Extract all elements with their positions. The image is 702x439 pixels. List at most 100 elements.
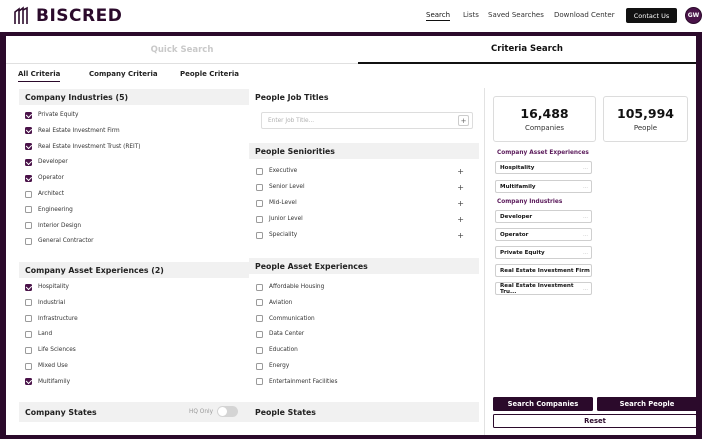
remove-chip-icon[interactable]: … [583,184,588,190]
checkbox-row-aviation[interactable]: Aviation [256,297,474,309]
search-people-button[interactable]: Search People [597,397,696,411]
avatar[interactable]: GW [685,7,702,24]
checkbox[interactable] [256,199,263,207]
checkbox-row-land[interactable]: Land [25,328,245,340]
checkbox-row-architect[interactable]: Architect [25,188,245,200]
tab-people-criteria[interactable]: People Criteria [180,70,239,78]
nav-lists[interactable]: Lists [463,11,479,19]
checkbox-row-mixed-use[interactable]: Mixed Use [25,360,245,372]
checkbox-row-infrastructure[interactable]: Infrastructure [25,313,245,325]
checkbox[interactable] [25,283,32,291]
search-companies-button[interactable]: Search Companies [493,397,593,411]
checkbox[interactable] [256,346,263,354]
remove-chip-icon[interactable]: … [583,250,588,256]
checkbox-row-mid-level[interactable]: Mid-Level + [256,197,474,209]
add-job-title-button[interactable]: + [458,115,469,126]
checkbox-row-engineering[interactable]: Engineering [25,204,245,216]
expand-plus-icon[interactable]: + [457,199,464,208]
checkbox-label: Mixed Use [38,363,68,369]
checkbox[interactable] [25,237,32,245]
chip-operator[interactable]: Operator… [495,228,592,241]
checkbox-row-interior-design[interactable]: Interior Design [25,220,245,232]
nav-saved-searches[interactable]: Saved Searches [488,11,544,19]
checkbox[interactable] [256,183,263,191]
checkbox[interactable] [256,283,263,291]
checkbox-row-junior-level[interactable]: Junior Level + [256,213,474,225]
checkbox-row-industrial[interactable]: Industrial [25,297,245,309]
checkbox[interactable] [25,127,32,135]
checkbox-label: Junior Level [269,216,303,222]
remove-chip-icon[interactable]: … [583,232,588,238]
tab-criteria-search[interactable]: Criteria Search [358,36,696,64]
expand-plus-icon[interactable]: + [457,231,464,240]
checkbox-row-communication[interactable]: Communication [256,313,474,325]
checkbox-row-senior-level[interactable]: Senior Level + [256,181,474,193]
checkbox[interactable] [25,222,32,230]
nav-search[interactable]: Search [426,11,451,21]
checkbox-row-affordable-housing[interactable]: Affordable Housing [256,281,474,293]
tab-all-criteria[interactable]: All Criteria [18,70,61,82]
checkbox[interactable] [25,190,32,198]
checkbox-row-entertainment-facilities[interactable]: Entertainment Facilities [256,376,474,388]
checkbox[interactable] [256,231,263,239]
chip-reit[interactable]: Real Estate Investment Tru...… [495,282,592,295]
checkbox[interactable] [256,362,263,370]
contact-us-button[interactable]: Contact Us [626,8,677,23]
checkbox-row-private-equity[interactable]: Private Equity [25,109,245,121]
brand-name: BISCRED [36,6,123,26]
checkbox[interactable] [25,158,32,166]
remove-chip-icon[interactable]: … [583,268,588,274]
checkbox[interactable] [256,330,263,338]
reset-button[interactable]: Reset [493,414,696,428]
checkbox-row-developer[interactable]: Developer [25,156,245,168]
checkbox[interactable] [25,315,32,323]
chip-developer[interactable]: Developer… [495,210,592,223]
job-title-input[interactable]: Enter Job Title... + [261,112,473,129]
checkbox-row-multifamily[interactable]: Multifamily [25,376,245,388]
checkbox[interactable] [256,167,263,175]
checkbox[interactable] [256,315,263,323]
chip-hospitality[interactable]: Hospitality… [495,161,592,174]
checkbox[interactable] [25,299,32,307]
brand-logo[interactable]: BISCRED [12,6,122,26]
tab-company-criteria[interactable]: Company Criteria [89,70,158,78]
chip-real-estate-investment-firm[interactable]: Real Estate Investment Firm… [495,264,592,277]
checkbox[interactable] [25,346,32,354]
checkbox[interactable] [25,362,32,370]
main-frame: Quick Search Criteria Search All Criteri… [0,32,702,439]
checkbox-row-education[interactable]: Education [256,344,474,356]
checkbox[interactable] [256,299,263,307]
hq-only-toggle[interactable] [217,406,239,417]
expand-plus-icon[interactable]: + [457,215,464,224]
chip-private-equity[interactable]: Private Equity… [495,246,592,259]
checkbox-row-energy[interactable]: Energy [256,360,474,372]
tab-quick-search[interactable]: Quick Search [6,36,358,64]
remove-chip-icon[interactable]: … [583,214,588,220]
remove-chip-icon[interactable]: … [583,165,588,171]
checkbox[interactable] [25,174,32,182]
checkbox-row-operator[interactable]: Operator [25,172,245,184]
checkbox-label: Architect [38,191,64,197]
nav-download-center[interactable]: Download Center [554,11,615,19]
checkbox-row-executive[interactable]: Executive + [256,165,474,177]
checkbox-row-data-center[interactable]: Data Center [256,328,474,340]
checkbox[interactable] [25,143,32,151]
checkbox[interactable] [256,215,263,223]
checkbox[interactable] [25,111,32,119]
asset-group-title: Company Asset Experiences [497,150,589,156]
checkbox[interactable] [25,206,32,214]
checkbox-row-real-estate-investment-firm[interactable]: Real Estate Investment Firm [25,125,245,137]
hq-only-toggle-wrap: HQ Only [189,406,239,417]
checkbox-row-general-contractor[interactable]: General Contractor [25,235,245,247]
checkbox-row-hospitality[interactable]: Hospitality [25,281,245,293]
remove-chip-icon[interactable]: … [583,286,588,292]
checkbox-row-life-sciences[interactable]: Life Sciences [25,344,245,356]
checkbox[interactable] [256,378,263,386]
chip-multifamily[interactable]: Multifamily… [495,180,592,193]
checkbox[interactable] [25,330,32,338]
expand-plus-icon[interactable]: + [457,183,464,192]
checkbox-row-real-estate-investment-trust-reit[interactable]: Real Estate Investment Trust (REIT) [25,141,245,153]
checkbox-row-speciality[interactable]: Speciality + [256,229,474,241]
expand-plus-icon[interactable]: + [457,167,464,176]
checkbox[interactable] [25,378,32,386]
